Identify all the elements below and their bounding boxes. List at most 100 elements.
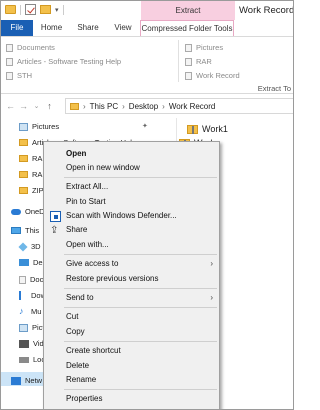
pictures-icon: [19, 122, 28, 131]
recent-chevron-icon[interactable]: ⌄: [30, 102, 43, 110]
menu-item-open-with[interactable]: Open with...: [44, 238, 219, 252]
menu-item-create-shortcut[interactable]: Create shortcut: [44, 344, 219, 358]
nav-item-pictures-2[interactable]: Pict: [19, 323, 45, 332]
menu-item-label: Share: [66, 225, 88, 234]
folder-icon[interactable]: [5, 5, 16, 14]
folder-icon: [19, 187, 28, 194]
pin-icon[interactable]: ✦: [142, 122, 148, 130]
nav-item-this-pc[interactable]: This: [11, 226, 39, 235]
chevron-down-icon[interactable]: ▾: [55, 6, 59, 14]
chevron-right-icon: ›: [83, 101, 86, 111]
extract-target-label: RAR: [196, 57, 212, 66]
extract-target-rar[interactable]: RAR: [185, 57, 212, 66]
network-icon: [11, 376, 21, 385]
extract-target-label: STH: [17, 71, 32, 80]
nav-item-network[interactable]: Netw: [11, 376, 42, 385]
menu-item-cut[interactable]: Cut: [44, 310, 219, 324]
menu-item-restore-versions[interactable]: Restore previous versions: [44, 272, 219, 286]
extract-target-work-record[interactable]: Work Record: [185, 71, 240, 80]
computer-icon: [11, 227, 21, 234]
nav-item-label: OneD: [25, 207, 45, 216]
video-icon: [19, 339, 29, 348]
nav-item-label: Pictures: [32, 122, 60, 131]
menu-item-pin-to-start[interactable]: Pin to Start: [44, 195, 219, 209]
extract-target-articles[interactable]: Articles - Software Testing Help: [6, 57, 121, 66]
tab-view[interactable]: View: [106, 20, 140, 36]
menu-item-label: Scan with Windows Defender...: [66, 211, 177, 220]
new-folder-icon[interactable]: [40, 5, 51, 14]
shield-icon: [50, 211, 61, 222]
menu-item-share[interactable]: ⇪ Share: [44, 223, 219, 237]
back-arrow-icon[interactable]: ←: [4, 101, 17, 111]
tab-home[interactable]: Home: [33, 20, 70, 36]
menu-item-scan-defender[interactable]: Scan with Windows Defender...: [44, 209, 219, 223]
menu-separator: [64, 389, 217, 390]
divider: [62, 4, 64, 15]
extract-target-label: Work Record: [196, 71, 240, 80]
breadcrumb-desktop[interactable]: Desktop: [129, 102, 158, 111]
extract-target-label: Documents: [17, 43, 55, 52]
ribbon-tabs: File Home Share View Compressed Folder T…: [1, 20, 293, 36]
document-icon: [6, 57, 13, 66]
document-icon: [19, 275, 26, 284]
menu-item-label: Send to: [66, 293, 94, 302]
chevron-right-icon: ›: [210, 259, 213, 268]
explorer-window: ▾ Extract Work Record File Home Share Vi…: [0, 0, 294, 410]
nav-item-onedrive[interactable]: OneD: [11, 207, 45, 216]
nav-item-label: Doc: [30, 275, 44, 284]
menu-item-give-access[interactable]: Give access to ›: [44, 257, 219, 271]
nav-item-label: Mu: [31, 307, 42, 316]
menu-item-open-new-window[interactable]: Open in new window: [44, 161, 219, 175]
pictures-icon: [19, 323, 28, 332]
divider: [178, 40, 179, 82]
tab-file[interactable]: File: [1, 20, 33, 36]
menu-item-open[interactable]: Open: [44, 147, 219, 161]
extract-to-group-label: Extract To: [257, 84, 291, 93]
menu-item-label: Give access to: [66, 259, 119, 268]
extract-context-tab: Extract: [141, 1, 235, 20]
zip-folder-icon: [187, 124, 198, 134]
nav-item-3d-objects[interactable]: 3D: [18, 241, 41, 252]
nav-item-downloads[interactable]: Dow: [19, 291, 46, 300]
menu-item-send-to[interactable]: Send to ›: [44, 291, 219, 305]
chevron-right-icon: ›: [210, 293, 213, 302]
menu-item-properties[interactable]: Properties: [44, 392, 219, 406]
quick-access-toolbar: ▾: [5, 4, 64, 15]
menu-separator: [64, 341, 217, 342]
nav-item-music[interactable]: ♪ Mu: [19, 307, 42, 317]
cube-icon: [18, 241, 28, 252]
nav-item-pictures[interactable]: Pictures: [19, 122, 59, 131]
ribbon-body: Documents Articles - Software Testing He…: [1, 36, 293, 94]
file-item-work1[interactable]: Work1: [187, 124, 228, 134]
breadcrumb-this-pc[interactable]: This PC: [90, 102, 118, 111]
folder-icon: [70, 102, 79, 110]
share-icon: ⇪: [50, 225, 59, 236]
forward-arrow-icon[interactable]: →: [17, 101, 30, 111]
breadcrumb-work-record[interactable]: Work Record: [169, 102, 216, 111]
menu-item-extract-all[interactable]: Extract All...: [44, 180, 219, 194]
menu-item-delete[interactable]: Delete: [44, 359, 219, 373]
extract-target-documents[interactable]: Documents: [6, 43, 55, 52]
document-icon: [185, 43, 192, 52]
folder-icon: [19, 139, 28, 146]
menu-separator: [64, 177, 217, 178]
up-arrow-icon[interactable]: ↑: [43, 101, 56, 111]
address-row: ← → ⌄ ↑ › This PC › Desktop › Work Recor…: [1, 95, 293, 117]
divider: [20, 4, 21, 15]
address-bar[interactable]: › This PC › Desktop › Work Record: [65, 98, 293, 114]
menu-item-rename[interactable]: Rename: [44, 373, 219, 387]
document-icon: [185, 71, 192, 80]
nav-item-zip[interactable]: ZIP: [19, 186, 44, 195]
nav-item-documents[interactable]: Doc: [19, 275, 43, 284]
properties-check-icon[interactable]: [25, 4, 36, 15]
extract-target-pictures[interactable]: Pictures: [185, 43, 223, 52]
nav-item-local-disk[interactable]: Loc: [19, 355, 45, 364]
disk-icon: [19, 356, 29, 363]
chevron-right-icon: ›: [162, 101, 165, 111]
file-item-label: Work1: [202, 124, 228, 134]
tab-share[interactable]: Share: [70, 20, 106, 36]
menu-item-copy[interactable]: Copy: [44, 325, 219, 339]
extract-target-sth[interactable]: STH: [6, 71, 32, 80]
tab-compressed-folder-tools[interactable]: Compressed Folder Tools: [140, 20, 234, 36]
folder-icon: [19, 171, 28, 178]
